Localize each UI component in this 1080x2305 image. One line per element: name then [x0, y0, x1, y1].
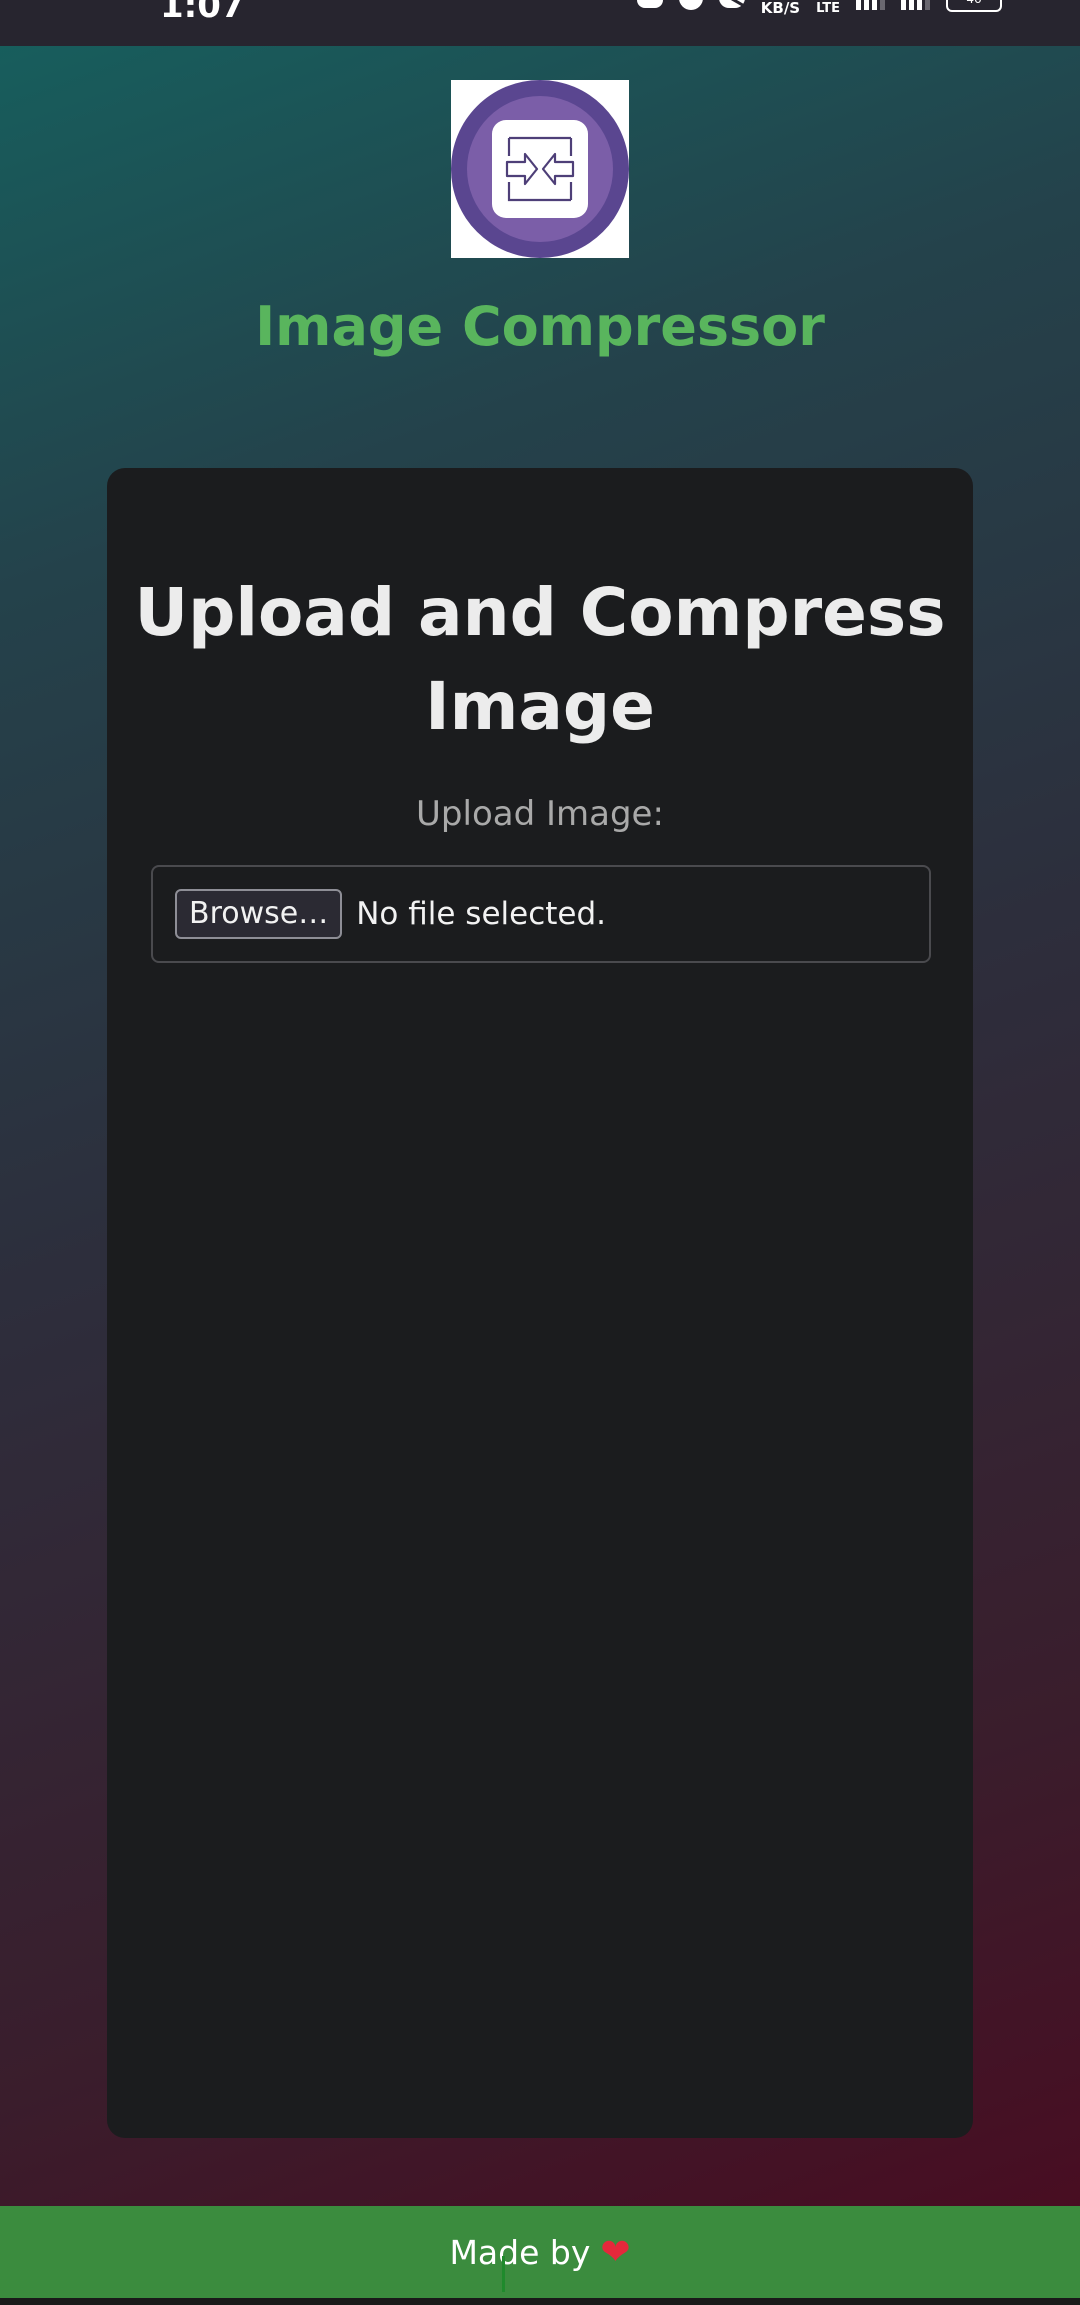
- footer-text: Made by: [449, 2232, 591, 2272]
- mute-icon: [718, 0, 745, 8]
- upload-card: Upload and Compress Image Upload Image: …: [107, 468, 973, 2138]
- status-time: 1:07: [160, 0, 245, 26]
- alarm-icon: [678, 0, 703, 10]
- heart-icon: ❤: [600, 2231, 631, 2273]
- network-type: LTE: [816, 1, 840, 16]
- app-title: Image Compressor: [255, 295, 825, 358]
- network-speed: KB/S: [760, 0, 801, 17]
- compress-arrows-icon: [451, 80, 629, 258]
- app-logo: [451, 80, 629, 258]
- text-cursor: [502, 2256, 505, 2292]
- notification-icon: [636, 0, 663, 8]
- upload-image-label: Upload Image:: [416, 794, 664, 834]
- battery-icon: 46: [946, 0, 1002, 12]
- file-status-text: No file selected.: [356, 896, 607, 932]
- status-bar: 1:07 KB/S LTE 46: [0, 0, 1080, 46]
- browse-button[interactable]: Browse…: [175, 889, 343, 939]
- signal-icon-2: [901, 0, 930, 10]
- file-input[interactable]: Browse… No file selected.: [151, 865, 931, 963]
- status-icons: KB/S LTE 46: [636, 0, 1002, 17]
- signal-icon: [856, 0, 885, 10]
- bottom-edge: [0, 2298, 1080, 2305]
- card-heading: Upload and Compress Image: [134, 574, 946, 745]
- footer: Made by ❤: [0, 2206, 1080, 2298]
